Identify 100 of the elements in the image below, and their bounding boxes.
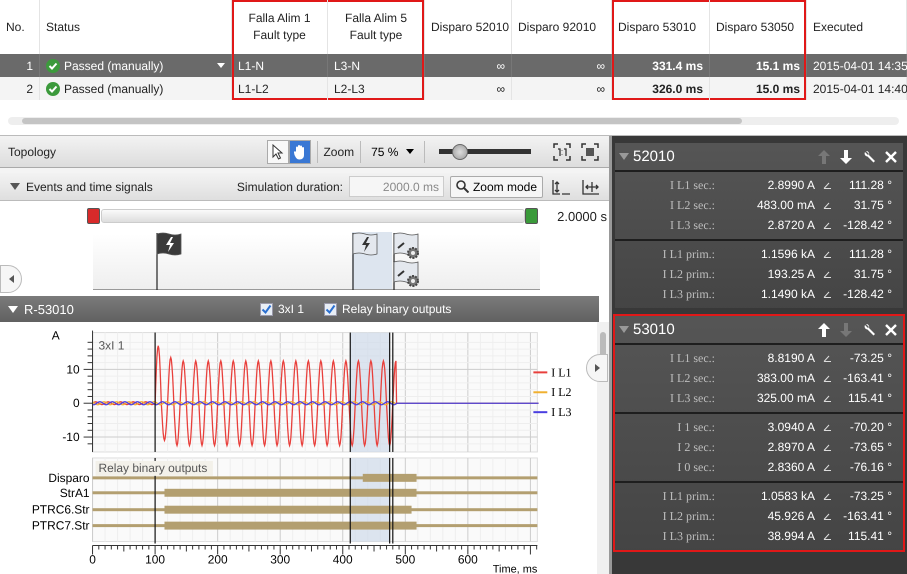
collapse-triangle-icon[interactable] — [619, 326, 629, 333]
table-cell: 15.1 ms — [710, 54, 807, 77]
angle-icon — [822, 270, 832, 278]
duration-label: Simulation duration: — [236, 180, 343, 194]
tick-label: 200 — [208, 552, 228, 566]
phase-angle: -73.25 ° — [848, 351, 892, 365]
column-title: Disparo 53010 — [618, 18, 698, 36]
measurement-label: I 1 sec.: — [676, 420, 715, 434]
expand-handle[interactable] — [586, 354, 608, 382]
column-header[interactable]: Disparo 53010 — [612, 0, 710, 54]
table-cell: 2 — [0, 77, 40, 100]
column-title: Executed — [813, 18, 864, 36]
collapse-triangle-icon[interactable] — [619, 153, 629, 160]
collapse-triangle-icon[interactable] — [8, 306, 18, 312]
fit-to-view-icon[interactable] — [579, 140, 602, 162]
measurement-label: I L2 prim.: — [662, 508, 715, 524]
collapse-triangle-icon[interactable] — [10, 183, 20, 190]
table-cell: 1 — [0, 54, 40, 77]
collapse-handle[interactable] — [0, 265, 22, 293]
end-handle[interactable] — [525, 208, 538, 224]
plot-title: R-53010 — [24, 302, 75, 316]
column-title: Falla Alim 1 — [247, 10, 312, 27]
measurement-label: I L3 sec.: — [669, 390, 715, 406]
left-arrow-icon — [8, 275, 14, 283]
phase-angle: -128.42 ° — [842, 287, 892, 301]
phase-angle: -163.41 ° — [842, 509, 892, 523]
signal-label: PTRC6.Str — [32, 502, 90, 517]
phase-angle: 111.28 ° — [848, 247, 892, 261]
measurement-label: I L2 sec.: — [669, 370, 715, 386]
angle-icon — [822, 532, 832, 540]
wrench-icon[interactable] — [863, 322, 877, 336]
wrench-icon[interactable] — [863, 150, 877, 164]
check-circle-icon — [46, 58, 60, 72]
table-cell: 326.0 ms — [612, 77, 710, 100]
card-title: 53010 — [633, 321, 676, 338]
close-icon[interactable] — [885, 150, 897, 162]
tick-label: 10 — [66, 362, 80, 376]
measurement-value: 1.1596 kA — [760, 247, 815, 261]
search-icon — [456, 180, 469, 193]
start-handle[interactable] — [87, 208, 100, 224]
horizontal-scrollbar[interactable] — [8, 117, 899, 125]
measurement-value: 8.8190 A — [766, 351, 815, 365]
signal-label: StrA1 — [60, 486, 90, 500]
zoom-label: Zoom — [323, 144, 354, 158]
angle-icon — [822, 222, 832, 228]
angle-icon — [822, 250, 832, 258]
table-cell: 331.4 ms — [612, 54, 710, 77]
vertical-scrollbar[interactable] — [597, 322, 609, 574]
measurement-value: 1.1490 kA — [760, 287, 815, 301]
tick-label: 600 — [458, 552, 478, 566]
table-cell: L2-L3 — [328, 77, 425, 100]
column-header[interactable]: Falla Alim 5 Fault type — [328, 0, 425, 54]
tick-label: -10 — [62, 430, 80, 444]
card-title: 52010 — [633, 148, 676, 165]
angle-icon — [822, 290, 832, 298]
tick-label: 100 — [145, 552, 166, 566]
measurement-label: I L2 sec.: — [669, 198, 715, 212]
up-arrow-icon[interactable] — [818, 322, 830, 336]
caret-icon — [217, 63, 225, 68]
actual-size-icon[interactable] — [551, 140, 574, 162]
checkbox[interactable] — [260, 302, 273, 316]
column-header[interactable]: Falla Alim 1 Fault type — [232, 0, 328, 54]
measurement-value: 45.926 A — [766, 509, 815, 523]
measurement-value: 2.8360 A — [766, 460, 815, 474]
checkbox[interactable] — [324, 302, 338, 316]
table-cell: ∞ — [425, 54, 512, 77]
table-cell: ∞ — [425, 77, 512, 100]
measurement-label: I L3 prim.: — [662, 286, 715, 302]
zoom-mode-button[interactable]: Zoom mode — [450, 176, 543, 198]
measurement-label: I 0 sec.: — [676, 460, 715, 474]
close-icon[interactable] — [885, 324, 897, 336]
measurement-label: I L1 sec.: — [669, 178, 715, 192]
angle-icon — [822, 394, 832, 402]
column-title: Falla Alim 5 — [344, 10, 408, 27]
measurement-label: I 2 sec.: — [676, 440, 715, 454]
measurement-label: I L3 prim.: — [662, 528, 715, 544]
pointer-icon — [272, 144, 284, 160]
zoom-dropdown[interactable]: 75 % — [367, 144, 418, 158]
caret-icon — [406, 149, 414, 154]
angle-icon — [822, 512, 832, 520]
measurement-value: 325.00 mA — [756, 391, 815, 405]
angle-icon — [822, 464, 832, 470]
slider-thumb[interactable] — [452, 144, 468, 160]
right-arrow-icon — [594, 364, 600, 372]
measurement-label: I L1 prim.: — [662, 488, 715, 504]
measurement-value: 38.994 A — [766, 529, 815, 543]
phase-angle: -163.41 ° — [842, 371, 892, 385]
table-cell: L3-N — [328, 54, 425, 77]
tick-label: 300 — [270, 552, 290, 566]
checkbox-label: 3xI 1 — [278, 302, 304, 316]
angle-icon — [822, 182, 832, 188]
measurement-value: 483.00 mA — [756, 198, 815, 212]
column-header[interactable]: Disparo 53050 — [710, 0, 807, 54]
table-cell: 15.0 ms — [710, 77, 807, 100]
phase-angle: -73.65 ° — [848, 440, 892, 454]
tool-button[interactable] — [266, 140, 288, 164]
measurement-value: 2.8970 A — [766, 440, 815, 454]
table-cell: L1-N — [232, 54, 328, 77]
down-arrow-icon[interactable] — [840, 150, 852, 164]
column-subtitle: Fault type — [348, 27, 404, 44]
